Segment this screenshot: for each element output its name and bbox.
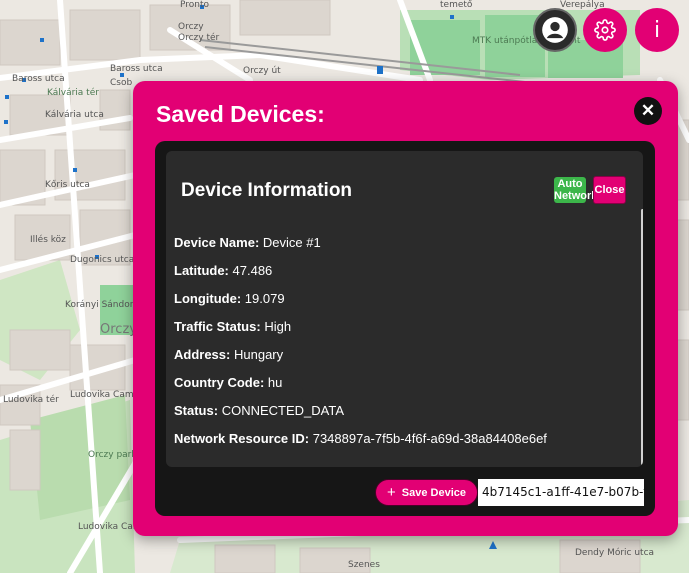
saved-devices-list: Device Information Auto Network Close De… — [155, 141, 655, 516]
map-label: Ludovika tér — [3, 395, 59, 405]
map-label: Illés köz — [30, 235, 66, 245]
map-label: temető — [440, 0, 473, 10]
user-account-button[interactable] — [533, 8, 577, 52]
field-address: Address: Hungary — [174, 347, 547, 375]
card-title: Device Information — [181, 180, 353, 201]
device-information-card: Device Information Auto Network Close De… — [166, 151, 643, 467]
field-longitude: Longitude: 19.079 — [174, 291, 547, 319]
map-label: Dugonics utca — [70, 255, 135, 265]
field-value: 7348897a-7f5b-4f6f-a69d-38a84408e6ef — [312, 431, 547, 446]
field-device-name: Device Name: Device #1 — [174, 235, 547, 263]
map-label: Orczy park — [88, 450, 137, 460]
field-latitude: Latitude: 47.486 — [174, 263, 547, 291]
map-label: Kálvária tér — [47, 88, 99, 98]
save-device-button[interactable]: + Save Device — [375, 479, 478, 506]
card-scrollbar[interactable] — [641, 209, 643, 465]
map-label: Pronto — [180, 0, 210, 10]
field-value: High — [264, 319, 292, 334]
device-fields: Device Name: Device #1 Latitude: 47.486 … — [174, 235, 547, 459]
map-label: Szenes — [348, 560, 380, 570]
plus-icon: + — [387, 484, 396, 501]
map-label: Baross utca — [110, 64, 163, 74]
field-label: Status: — [174, 403, 219, 418]
auto-network-button[interactable]: Auto Network — [554, 177, 597, 203]
map-label: Dendy Móric utca — [575, 548, 655, 558]
field-label: Longitude: — [174, 291, 242, 306]
field-label: Address: — [174, 347, 231, 362]
map-label: Kálvária utca — [45, 110, 104, 120]
map-label: Orczy tér — [178, 33, 220, 43]
field-value: Hungary — [233, 347, 284, 362]
map-label: Baross utca — [12, 74, 65, 84]
modal-title: Saved Devices: — [156, 101, 325, 127]
gear-icon — [594, 19, 616, 41]
user-icon — [542, 17, 568, 43]
map-label: Csob — [110, 78, 133, 88]
saved-devices-modal: Saved Devices: ✕ Device Information Auto… — [133, 81, 678, 536]
field-status: Status: CONNECTED_DATA — [174, 403, 547, 431]
device-id-input[interactable]: 4b7145c1-a1ff-41e7-b07b-f6 — [478, 479, 644, 506]
info-icon: i — [653, 17, 661, 43]
field-value: hu — [267, 375, 283, 390]
field-value: Device #1 — [262, 235, 321, 250]
field-label: Country Code: — [174, 375, 265, 390]
settings-button[interactable] — [583, 8, 627, 52]
info-button[interactable]: i — [635, 8, 679, 52]
close-icon: ✕ — [640, 101, 656, 120]
field-label: Latitude: — [174, 263, 229, 278]
field-label: Device Name: — [174, 235, 260, 250]
save-device-label: Save Device — [401, 486, 466, 499]
map-label: Kőris utca — [45, 180, 90, 190]
field-value: CONNECTED_DATA — [221, 403, 344, 418]
field-label: Traffic Status: — [174, 319, 261, 334]
field-label: Network Resource ID: — [174, 431, 310, 446]
map-label: Orczy — [100, 322, 137, 337]
modal-close-button[interactable]: ✕ — [634, 97, 662, 125]
map-label: Orczy — [178, 22, 204, 32]
card-close-button[interactable]: Close — [593, 176, 626, 204]
field-value: 47.486 — [232, 263, 273, 278]
field-network-resource-id: Network Resource ID: 7348897a-7f5b-4f6f-… — [174, 431, 547, 459]
map-label: Orczy út — [243, 66, 281, 76]
field-traffic-status: Traffic Status: High — [174, 319, 547, 347]
field-value: 19.079 — [244, 291, 285, 306]
field-country-code: Country Code: hu — [174, 375, 547, 403]
